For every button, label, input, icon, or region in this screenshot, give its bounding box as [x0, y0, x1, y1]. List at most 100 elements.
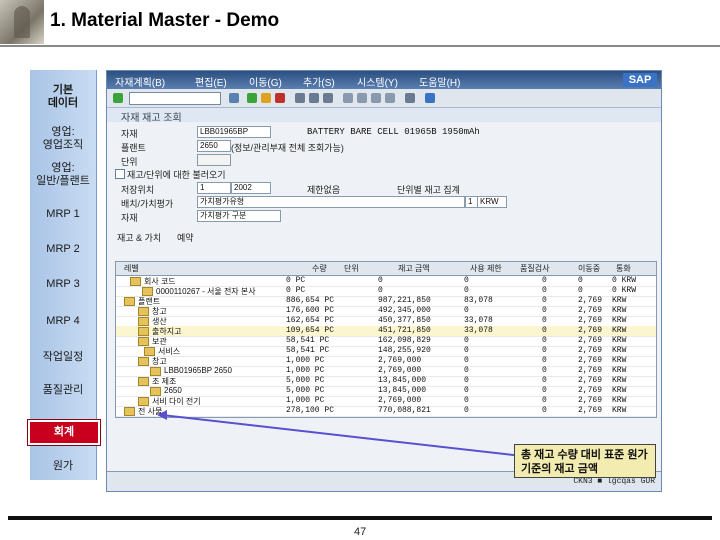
command-field[interactable]: [129, 92, 221, 105]
tab-stock-value[interactable]: 재고 & 가치: [117, 231, 161, 244]
title-divider: [0, 45, 720, 47]
back-icon[interactable]: [247, 93, 257, 103]
save-icon[interactable]: [229, 93, 239, 103]
restricted-cell: 0: [464, 406, 469, 415]
tab-reservations[interactable]: 예약: [177, 231, 194, 244]
folder-icon: [150, 367, 161, 376]
sidebar-item-mrp2[interactable]: MRP 2: [30, 243, 96, 256]
expand-checkbox[interactable]: [115, 169, 125, 179]
column-header[interactable]: 레벨: [124, 263, 139, 274]
plant-field[interactable]: 2650: [197, 140, 231, 152]
qc-cell: 0: [542, 356, 547, 365]
column-header[interactable]: 수량: [312, 263, 327, 274]
stock-overview-table: 레벨 수량 단위 재고 금액 사용 제한 품질검사 이동중 통화 회사 코드 0 …: [115, 261, 657, 418]
amount-cell: 0: [378, 276, 383, 285]
sap-menubar: 자재계획(B) 편집(E) 이동(G) 추가(S) 시스템(Y) 도움말(H) …: [107, 71, 661, 89]
menu-item[interactable]: 시스템(Y): [357, 74, 398, 89]
table-row[interactable]: 전 사물 278,100 PC 770,088,821 0 0 2,769 KRW: [116, 406, 656, 417]
qc-cell: 0: [542, 286, 547, 295]
folder-icon: [124, 297, 135, 306]
find-next-icon[interactable]: [323, 93, 333, 103]
transit-cell: 2,769: [578, 336, 603, 345]
unrestricted-label: 제한없음: [307, 185, 341, 195]
sidebar-item-sales-org[interactable]: 영업: 영업조직: [30, 126, 96, 152]
cancel-icon[interactable]: [275, 93, 285, 103]
sidebar-item-mrp4[interactable]: MRP 4: [30, 315, 96, 328]
folder-icon: [138, 377, 149, 386]
sidebar-item-costing[interactable]: 원가: [30, 460, 96, 473]
unit-field[interactable]: [197, 154, 231, 166]
first-page-icon[interactable]: [343, 93, 353, 103]
sidebar-item-work-scheduling[interactable]: 작업일정: [30, 351, 96, 364]
restricted-cell: 0: [464, 366, 469, 375]
special-stock-field[interactable]: 가치평가 구분: [197, 210, 281, 222]
sidebar-item-mrp3[interactable]: MRP 3: [30, 278, 96, 291]
logo-figure-icon: [14, 6, 30, 38]
currency-cell: KRW: [612, 346, 627, 355]
menu-item[interactable]: 도움말(H): [419, 74, 460, 89]
transit-cell: 2,769: [578, 346, 603, 355]
qc-cell: 0: [542, 406, 547, 415]
prev-page-icon[interactable]: [357, 93, 367, 103]
sidebar-item-sales-general[interactable]: 영업: 일반/플랜트: [30, 162, 96, 188]
menu-item[interactable]: 추가(S): [303, 74, 335, 89]
qc-cell: 0: [542, 346, 547, 355]
table-header: 레벨 수량 단위 재고 금액 사용 제한 품질검사 이동중 통화: [116, 262, 656, 276]
next-page-icon[interactable]: [371, 93, 381, 103]
qc-cell: 0: [542, 376, 547, 385]
screen-title: 자재 재고 조회: [121, 113, 182, 124]
quantity-cell: 162,654 PC: [286, 316, 335, 325]
menu-item[interactable]: 이동(G): [249, 74, 282, 89]
currency-field[interactable]: KRW: [477, 196, 507, 208]
restricted-cell: 33,078: [464, 326, 493, 335]
qc-cell: 0: [542, 396, 547, 405]
find-icon[interactable]: [309, 93, 319, 103]
menu-item[interactable]: 편집(E): [195, 74, 227, 89]
column-header[interactable]: 재고 금액: [398, 263, 430, 274]
currency-cell: KRW: [612, 366, 627, 375]
column-header[interactable]: 이동중: [578, 263, 600, 274]
material-field[interactable]: LBB01965BP: [197, 126, 271, 138]
restricted-cell: 0: [464, 276, 469, 285]
quantity-cell: 5,000 PC: [286, 376, 325, 385]
transit-cell: 2,769: [578, 376, 603, 385]
qc-cell: 0: [542, 316, 547, 325]
print-icon[interactable]: [295, 93, 305, 103]
transit-cell: 2,769: [578, 366, 603, 375]
help-icon[interactable]: [425, 93, 435, 103]
callout-box: 총 재고 수량 대비 표준 원가 기준의 재고 금액: [514, 444, 656, 478]
sidebar-item-basic-data[interactable]: 기본 데이터: [30, 84, 96, 110]
quantity-cell: 58,541 PC: [286, 336, 330, 345]
transit-cell: 2,769: [578, 316, 603, 325]
quantity-cell: 1,000 PC: [286, 356, 325, 365]
exit-icon[interactable]: [261, 93, 271, 103]
tree-node-label: 2650: [164, 386, 182, 395]
sidebar-item-quality[interactable]: 품질관리: [30, 384, 96, 397]
folder-icon: [138, 317, 149, 326]
column-header[interactable]: 통화: [616, 263, 631, 274]
sidebar-item-mrp1[interactable]: MRP 1: [30, 208, 96, 221]
restricted-cell: 0: [464, 376, 469, 385]
amount-cell: 450,377,850: [378, 316, 431, 325]
transit-cell: 2,769: [578, 326, 603, 335]
column-header[interactable]: 단위: [344, 263, 359, 274]
transit-cell: 2,769: [578, 356, 603, 365]
last-page-icon[interactable]: [385, 93, 395, 103]
quantity-cell: 176,600 PC: [286, 306, 335, 315]
currency-cell: KRW: [612, 376, 627, 385]
column-header[interactable]: 품질검사: [520, 263, 549, 274]
new-session-icon[interactable]: [405, 93, 415, 103]
folder-icon: [150, 387, 161, 396]
restricted-cell: 0: [464, 306, 469, 315]
column-header[interactable]: 사용 제한: [470, 263, 502, 274]
quantity-cell: 278,100 PC: [286, 406, 335, 415]
transit-cell: 2,769: [578, 396, 603, 405]
storage-name-field[interactable]: 2002: [231, 182, 271, 194]
currency-cell: KRW: [612, 356, 627, 365]
currency-cell: KRW: [612, 336, 627, 345]
batch-field[interactable]: 가치평가유형: [197, 196, 465, 208]
storage-field[interactable]: 1: [197, 182, 231, 194]
confirm-icon[interactable]: [113, 93, 123, 103]
sidebar-item-accounting[interactable]: 회계: [28, 420, 100, 445]
menu-item[interactable]: 자재계획(B): [115, 74, 165, 89]
